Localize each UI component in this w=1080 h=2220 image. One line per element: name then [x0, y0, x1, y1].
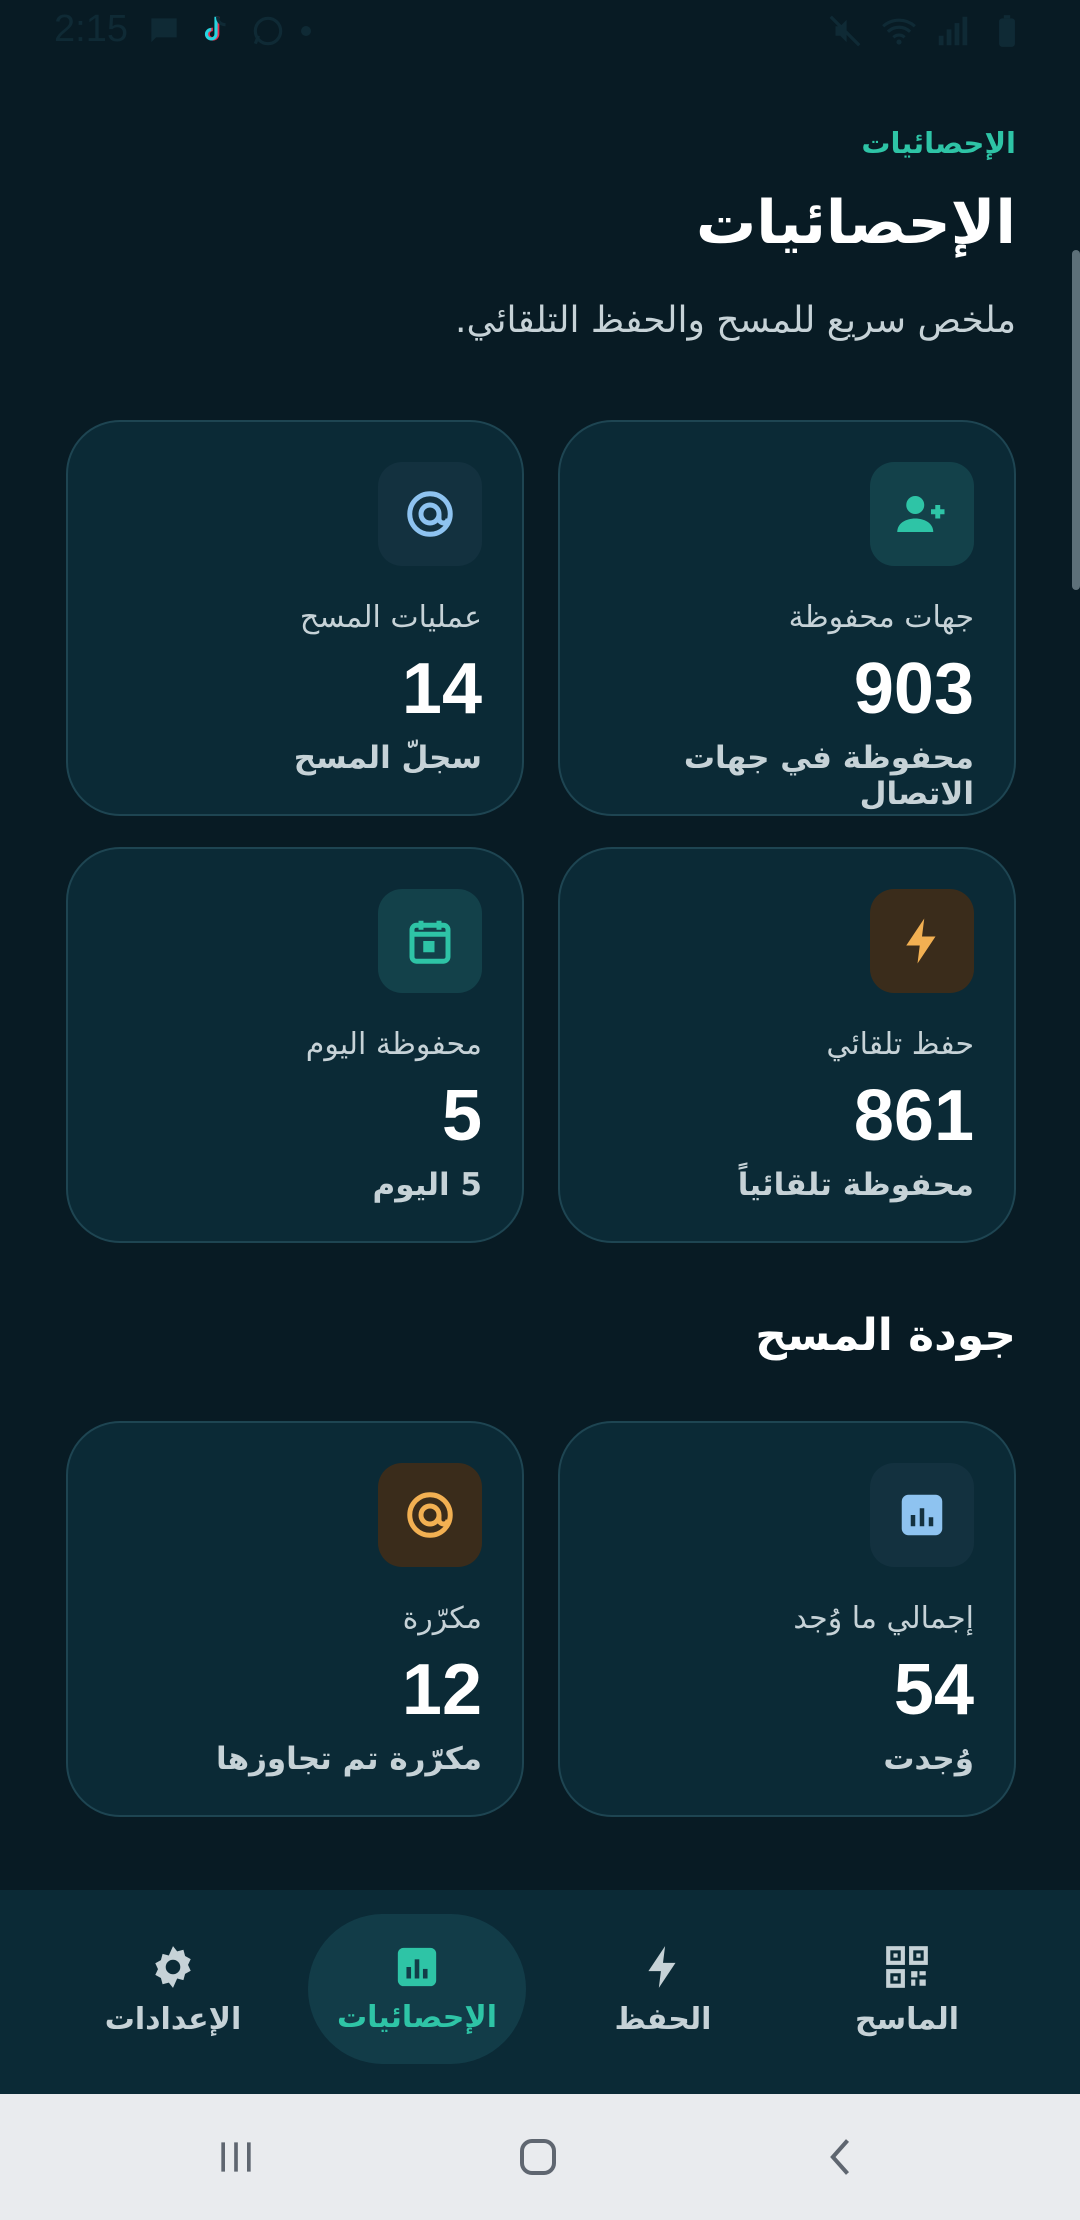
stat-label: عمليات المسح	[299, 600, 482, 635]
chart-icon	[397, 1947, 437, 1986]
nav-item-statistics[interactable]: الإحصائيات	[308, 1914, 526, 2064]
nav-item-scanner[interactable]: الماسح	[798, 1914, 1016, 2064]
status-time: 2:15	[54, 8, 128, 50]
stat-value: 5	[441, 1076, 482, 1156]
back-icon	[830, 2139, 850, 2175]
at-target-icon	[378, 1463, 482, 1567]
page-eyebrow: الإحصائيات	[861, 126, 1016, 160]
nav-label: الإحصائيات	[337, 1999, 497, 2035]
signal-icon	[938, 16, 968, 46]
calendar-icon	[378, 889, 482, 993]
stat-card-scans: عمليات المسح 14 سجلّ المسح	[66, 420, 524, 816]
stat-card-saved-today: محفوظة اليوم 5 5 اليوم	[66, 847, 524, 1243]
message-icon	[151, 18, 177, 43]
bolt-icon	[648, 1945, 676, 1988]
section-title-scan-quality: جودة المسح	[755, 1310, 1016, 1361]
stat-value: 12	[401, 1650, 482, 1730]
stat-value: 14	[401, 649, 482, 729]
quality-card-total-found: إجمالي ما وُجد 54 وُجدت	[558, 1421, 1016, 1817]
tiktok-icon	[204, 16, 226, 41]
page-title: الإحصائيات	[696, 188, 1016, 258]
home-button[interactable]	[508, 2132, 568, 2182]
recent-apps-button[interactable]	[206, 2132, 266, 2182]
stat-label: حفظ تلقائي	[826, 1027, 974, 1062]
home-icon	[520, 2139, 556, 2175]
stat-label: مكرّرة	[402, 1601, 482, 1636]
stat-label: جهات محفوظة	[788, 600, 974, 635]
nav-item-save[interactable]: الحفظ	[554, 1914, 772, 2064]
stat-label: إجمالي ما وُجد	[793, 1601, 974, 1636]
stat-sub: سجلّ المسح	[293, 740, 482, 776]
battery-icon	[999, 15, 1015, 47]
gear-icon	[155, 1945, 191, 1988]
stat-sub: محفوظة تلقائياً	[737, 1167, 974, 1203]
status-bar: 2:15	[0, 0, 1080, 64]
stat-sub: 5 اليوم	[372, 1167, 482, 1203]
page-subtitle: ملخص سريع للمسح والحفظ التلقائي.	[455, 300, 1016, 341]
nav-label: الحفظ	[614, 2001, 712, 2037]
stat-sub: وُجدت	[883, 1741, 974, 1777]
qr-code-icon	[886, 1945, 928, 1988]
stat-card-auto-save: حفظ تلقائي 861 محفوظة تلقائياً	[558, 847, 1016, 1243]
stat-card-saved-contacts: جهات محفوظة 903 محفوظة في جهات الاتصال	[558, 420, 1016, 816]
dot-icon	[301, 26, 311, 36]
at-target-icon	[378, 462, 482, 566]
quality-card-duplicates: مكرّرة 12 مكرّرة تم تجاوزها	[66, 1421, 524, 1817]
scrollbar[interactable]	[1072, 250, 1080, 590]
stat-sub: مكرّرة تم تجاوزها	[215, 1741, 482, 1777]
system-nav-bar	[0, 2094, 1080, 2220]
back-button[interactable]	[812, 2132, 872, 2182]
chart-icon	[870, 1463, 974, 1567]
bolt-icon	[870, 889, 974, 993]
stat-value: 903	[853, 649, 974, 729]
mute-icon	[829, 15, 861, 47]
nav-label: الماسح	[854, 2001, 960, 2037]
stat-label: محفوظة اليوم	[305, 1027, 482, 1062]
nav-label: الإعدادات	[104, 2001, 242, 2037]
stat-value: 54	[893, 1650, 974, 1730]
wifi-icon	[882, 18, 916, 45]
whatsapp-icon	[253, 16, 283, 46]
nav-item-settings[interactable]: الإعدادات	[64, 1914, 282, 2064]
recent-apps-icon	[221, 2142, 251, 2172]
stat-sub: محفوظة في جهات الاتصال	[683, 740, 974, 812]
stat-value: 861	[853, 1076, 974, 1156]
person-add-icon	[870, 462, 974, 566]
bottom-nav: الإعدادات الإحصائيات الحفظ الماسح	[0, 1890, 1080, 2094]
